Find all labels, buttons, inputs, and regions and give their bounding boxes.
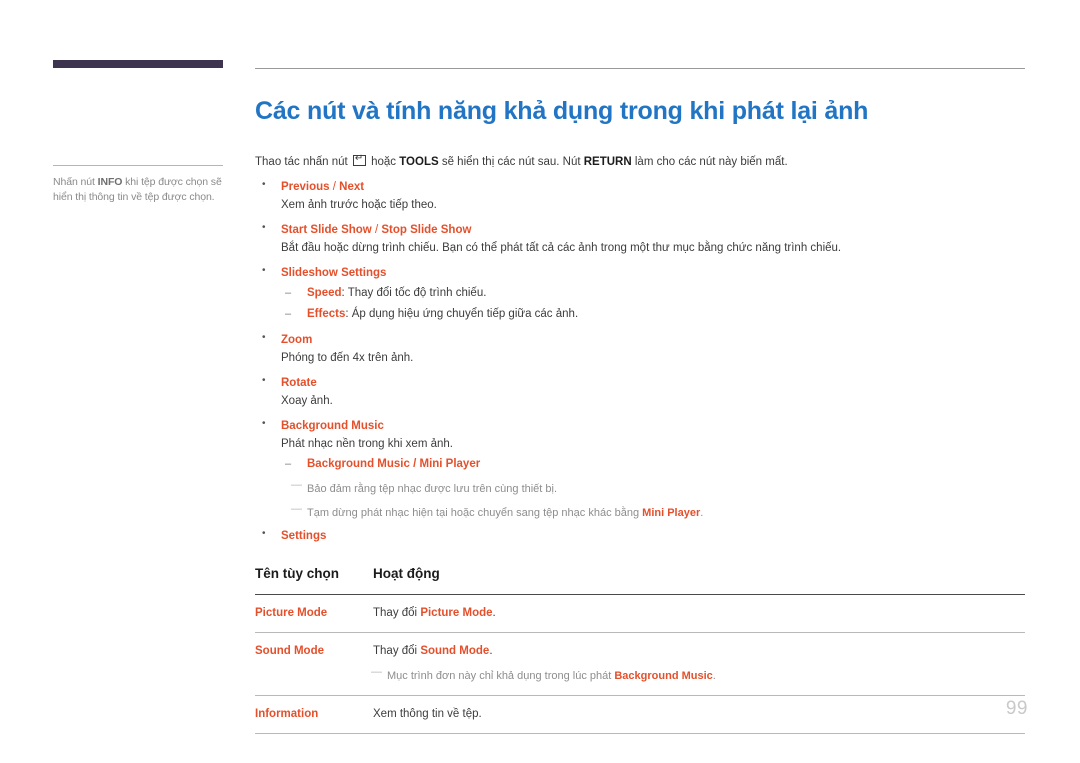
table-cell-action: Thay đổi Picture Mode.	[373, 594, 1025, 633]
table-row: Information Xem thông tin về tệp.	[255, 695, 1025, 734]
enter-key-icon	[352, 153, 366, 166]
bullet-label: Slideshow Settings	[281, 267, 387, 279]
intro-return-label: RETURN	[583, 156, 632, 168]
bullet-label: Start Slide Show / Stop Slide Show	[281, 223, 1025, 238]
table-cell-option-name: Sound Mode	[255, 632, 373, 696]
action-text-pre: Thay đổi	[373, 645, 421, 657]
section-tab-marker	[53, 60, 223, 68]
table-cell-action: Xem thông tin về tệp.	[373, 695, 1025, 734]
note-after: .	[712, 670, 716, 682]
bullet-label-secondary: Stop Slide Show	[381, 224, 472, 236]
list-item: Previous / Next Xem ảnh trước hoặc tiếp …	[255, 179, 1025, 213]
sub-item-key: Background Music	[307, 458, 410, 470]
header-rule	[255, 68, 1025, 69]
sub-list-item: Speed: Thay đổi tốc độ trình chiếu.	[281, 285, 1025, 302]
table-header-option-name: Tên tùy chọn	[255, 566, 373, 595]
intro-part-4: làm cho các nút này biến mất.	[631, 156, 788, 168]
table-row: Sound Mode Thay đổi Sound Mode. Mục trìn…	[255, 632, 1025, 696]
bullet-label: Previous / Next	[281, 180, 1025, 195]
action-text-post: .	[489, 645, 493, 657]
sub-item-key: Effects	[307, 308, 346, 320]
sidebar-note: Nhấn nút INFO khi tệp được chọn sẽ hiển …	[53, 175, 225, 205]
intro-part-1: Thao tác nhấn nút	[255, 156, 351, 168]
sidebar-divider	[53, 165, 223, 166]
note-line: Bảo đảm rằng tệp nhạc được lưu trên cùng…	[291, 478, 1025, 497]
bullet-label: Zoom	[281, 334, 313, 346]
action-text-post: .	[492, 607, 496, 619]
note-after: .	[700, 507, 704, 519]
sidebar: Nhấn nút INFO khi tệp được chọn sẽ hiển …	[53, 60, 225, 205]
list-item: Background Music Phát nhạc nền trong khi…	[255, 418, 1025, 521]
note-line: Mục trình đơn này chỉ khả dụng trong lúc…	[371, 665, 1025, 684]
note-text: Mục trình đơn này chỉ khả dụng trong lúc…	[387, 670, 615, 682]
note-line: Tạm dừng phát nhạc hiện tại hoặc chuyển …	[291, 502, 1025, 521]
list-item: Zoom Phóng to đến 4x trên ảnh.	[255, 332, 1025, 366]
table-cell-action: Thay đổi Sound Mode. Mục trình đơn này c…	[371, 632, 1025, 696]
intro-part-3: sẽ hiển thị các nút sau. Nút	[438, 156, 584, 168]
table-cell-option-name: Information	[255, 695, 373, 734]
sub-item-key-secondary: Mini Player	[419, 458, 481, 470]
sub-list-item: Effects: Áp dụng hiệu ứng chuyển tiếp gi…	[281, 306, 1025, 323]
table-header-action: Hoạt động	[373, 566, 1025, 595]
action-text-pre: Xem thông tin về tệp.	[373, 708, 482, 720]
bullet-label: Background Music	[281, 420, 384, 432]
bullet-description: Xoay ảnh.	[281, 395, 333, 407]
action-text-pre: Thay đổi	[373, 607, 421, 619]
bullet-label-primary: Start Slide Show	[281, 224, 372, 236]
list-item: Start Slide Show / Stop Slide Show Bắt đ…	[255, 222, 1025, 256]
bullet-label-secondary: Next	[339, 181, 365, 193]
sidebar-note-pre: Nhấn nút	[53, 176, 98, 188]
page-number: 99	[1005, 698, 1028, 719]
action-key: Sound Mode	[420, 645, 490, 657]
note-bold: Mini Player	[642, 507, 701, 519]
bullet-description: Phát nhạc nền trong khi xem ảnh.	[281, 438, 453, 450]
bullet-label-primary: Previous	[281, 181, 330, 193]
note-bold: Background Music	[614, 670, 713, 682]
table-header-row: Tên tùy chọn Hoạt động	[255, 566, 1025, 595]
feature-bullet-list: Previous / Next Xem ảnh trước hoặc tiếp …	[255, 179, 1025, 544]
options-table: Tên tùy chọn Hoạt động Picture Mode Thay…	[255, 566, 1025, 734]
action-key: Picture Mode	[420, 607, 493, 619]
bullet-label: Rotate	[281, 377, 317, 389]
intro-part-2: hoặc	[367, 156, 400, 168]
bullet-label: Settings	[281, 530, 327, 542]
table-row: Picture Mode Thay đổi Picture Mode.	[255, 594, 1025, 633]
bullet-description: Bắt đầu hoặc dừng trình chiếu. Bạn có th…	[281, 242, 842, 254]
note-text: Bảo đảm rằng tệp nhạc được lưu trên cùng…	[307, 483, 558, 495]
sub-item-key: Speed	[307, 287, 342, 299]
sidebar-note-bold: INFO	[97, 176, 123, 188]
bullet-label-separator: /	[329, 181, 340, 193]
sub-note-group: Bảo đảm rằng tệp nhạc được lưu trên cùng…	[281, 478, 1025, 521]
sub-item-text: : Thay đổi tốc độ trình chiếu.	[341, 287, 487, 299]
intro-tools-label: TOOLS	[399, 156, 439, 168]
main-content: Các nút và tính năng khả dụng trong khi …	[255, 68, 1025, 734]
list-item: Settings	[255, 528, 1025, 544]
intro-paragraph: Thao tác nhấn nút hoặc TOOLS sẽ hiển thị…	[255, 153, 1025, 170]
bullet-description: Phóng to đến 4x trên ảnh.	[281, 352, 414, 364]
page-title: Các nút và tính năng khả dụng trong khi …	[255, 97, 869, 125]
bullet-description: Xem ảnh trước hoặc tiếp theo.	[281, 199, 437, 211]
bullet-label-separator: /	[371, 224, 382, 236]
sub-item-text: : Áp dụng hiệu ứng chuyển tiếp giữa các …	[345, 308, 579, 320]
table-cell-option-name: Picture Mode	[255, 594, 373, 633]
list-item: Rotate Xoay ảnh.	[255, 375, 1025, 409]
list-item: Slideshow Settings Speed: Thay đổi tốc đ…	[255, 265, 1025, 323]
note-text: Tạm dừng phát nhạc hiện tại hoặc chuyển …	[307, 507, 643, 519]
sub-list-item: Background Music / Mini Player	[281, 456, 1025, 473]
